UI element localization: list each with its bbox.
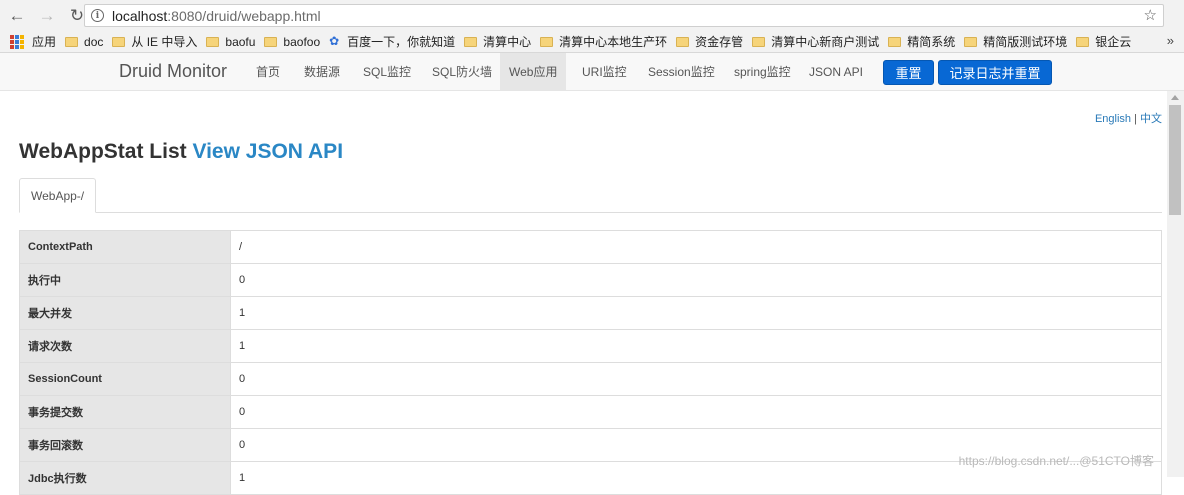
bookmark-item[interactable]: 应用 bbox=[0, 33, 56, 50]
forward-arrow-icon[interactable]: → bbox=[34, 3, 60, 29]
nav-item[interactable]: Web应用 bbox=[500, 53, 567, 90]
bookmark-label: 银企云 bbox=[1095, 35, 1132, 49]
table-row: 执行中 0 bbox=[19, 263, 1162, 297]
bookmark-item[interactable]: 精简版测试环境 bbox=[964, 33, 1067, 50]
bookmark-label: 清算中心 bbox=[483, 35, 532, 49]
table-row: 最大并发 1 bbox=[19, 296, 1162, 330]
nav-item[interactable]: Session监控 bbox=[639, 53, 724, 90]
stat-key: 请求次数 bbox=[19, 329, 231, 363]
nav-item[interactable]: SQL防火墙 bbox=[423, 53, 501, 90]
bookmark-label: doc bbox=[84, 34, 104, 49]
vertical-scrollbar[interactable] bbox=[1167, 91, 1184, 477]
folder-icon bbox=[964, 36, 978, 47]
webapp-tabs: WebApp-/ bbox=[19, 178, 1162, 213]
folder-icon bbox=[540, 36, 554, 47]
bookmark-item[interactable]: 清算中心本地生产环 bbox=[540, 33, 667, 50]
page-title: WebAppStat List View JSON API bbox=[19, 140, 343, 164]
bookmark-item[interactable]: 清算中心 bbox=[464, 33, 531, 50]
reset-button[interactable]: 重置 bbox=[883, 60, 934, 85]
scroll-up-arrow-icon[interactable] bbox=[1171, 95, 1179, 100]
browser-toolbar: ← → ↻ i localhost:8080/druid/webapp.html… bbox=[0, 0, 1184, 31]
bookmark-item[interactable]: baofoo bbox=[264, 35, 320, 49]
folder-icon bbox=[752, 36, 766, 47]
url-path: :8080/druid/webapp.html bbox=[167, 7, 321, 24]
folder-icon bbox=[888, 36, 902, 47]
stat-key: 执行中 bbox=[19, 263, 231, 297]
folder-icon bbox=[676, 36, 690, 47]
stat-key: SessionCount bbox=[19, 362, 231, 396]
info-icon[interactable]: i bbox=[91, 9, 104, 22]
back-arrow-icon[interactable]: ← bbox=[4, 3, 30, 29]
stat-value: 0 bbox=[230, 362, 1162, 396]
bookmark-item[interactable]: ✿ 百度一下，你就知道 bbox=[329, 33, 455, 50]
folder-icon bbox=[206, 36, 220, 47]
bookmark-item[interactable]: 清算中心新商户测试 bbox=[752, 33, 879, 50]
log-and-reset-button[interactable]: 记录日志并重置 bbox=[938, 60, 1052, 85]
nav-item[interactable]: 数据源 bbox=[295, 53, 349, 90]
app-navbar: Druid Monitor 重置 记录日志并重置 首页 数据源 SQL监控 SQL防火… bbox=[0, 53, 1184, 91]
lang-separator: | bbox=[1131, 113, 1140, 125]
bookmark-label: baofu bbox=[225, 34, 256, 49]
bookmark-label: 清算中心新商户测试 bbox=[771, 35, 880, 49]
bookmark-item[interactable]: 银企云 bbox=[1076, 33, 1131, 50]
nav-item[interactable]: JSON API bbox=[800, 53, 872, 90]
stat-key: 事务回滚数 bbox=[19, 428, 231, 462]
folder-icon bbox=[112, 36, 126, 47]
table-row: 请求次数 1 bbox=[19, 329, 1162, 363]
bookmark-label: 百度一下，你就知道 bbox=[347, 35, 456, 49]
table-row: 事务提交数 0 bbox=[19, 395, 1162, 429]
stat-value: 0 bbox=[230, 263, 1162, 297]
brand-title[interactable]: Druid Monitor bbox=[119, 61, 227, 82]
bookmark-label: 精简系统 bbox=[907, 35, 956, 49]
language-switch: English | 中文 bbox=[1095, 110, 1162, 126]
nav-item[interactable]: URI监控 bbox=[573, 53, 636, 90]
page-title-text: WebAppStat List bbox=[19, 140, 187, 163]
bookmark-item[interactable]: baofu bbox=[206, 35, 255, 49]
bookmark-label: 资金存管 bbox=[695, 35, 744, 49]
stat-value: 1 bbox=[230, 329, 1162, 363]
nav-item[interactable]: SQL监控 bbox=[354, 53, 420, 90]
watermark: https://blog.csdn.net/...@51CTO博客 bbox=[958, 454, 1154, 468]
bookmarks-more-icon[interactable]: » bbox=[1167, 33, 1174, 48]
nav-item[interactable]: 首页 bbox=[247, 53, 289, 90]
table-row: SessionCount 0 bbox=[19, 362, 1162, 396]
stat-value: / bbox=[230, 230, 1162, 264]
lang-english-link[interactable]: English bbox=[1095, 113, 1131, 125]
bookmark-star-icon[interactable]: ☆ bbox=[1144, 6, 1157, 24]
table-row: ContextPath / bbox=[19, 230, 1162, 264]
bookmark-label: 清算中心本地生产环 bbox=[559, 35, 668, 49]
bookmark-item[interactable]: 从 IE 中导入 bbox=[112, 33, 197, 50]
paw-icon: ✿ bbox=[329, 34, 340, 48]
folder-icon bbox=[65, 36, 79, 47]
bookmark-label: 精简版测试环境 bbox=[983, 35, 1068, 49]
url-text[interactable]: localhost:8080/druid/webapp.html bbox=[112, 8, 321, 24]
bookmark-label: 从 IE 中导入 bbox=[131, 35, 198, 49]
folder-icon bbox=[264, 36, 278, 47]
nav-item[interactable]: spring监控 bbox=[725, 53, 800, 90]
stat-key: ContextPath bbox=[19, 230, 231, 264]
bookmarks-bar: 应用 doc 从 IE 中导入 baofu baofoo ✿ 百度一下，你就知道 清算中心 清算… bbox=[0, 31, 1184, 53]
bookmark-item[interactable]: doc bbox=[65, 35, 103, 49]
bookmark-label: baofoo bbox=[283, 34, 321, 49]
view-json-api-link[interactable]: View JSON API bbox=[192, 140, 343, 163]
tab-webapp-root[interactable]: WebApp-/ bbox=[19, 178, 97, 213]
stat-value: 1 bbox=[230, 296, 1162, 330]
bookmark-item[interactable]: 精简系统 bbox=[888, 33, 955, 50]
bookmark-label: 应用 bbox=[32, 35, 57, 49]
folder-icon bbox=[1076, 36, 1090, 47]
scroll-thumb[interactable] bbox=[1169, 105, 1181, 215]
address-bar[interactable]: i localhost:8080/druid/webapp.html ☆ bbox=[84, 4, 1164, 27]
url-host: localhost bbox=[112, 7, 168, 24]
stat-key: Jdbc执行数 bbox=[19, 461, 231, 495]
folder-icon bbox=[464, 36, 478, 47]
bookmark-item[interactable]: 资金存管 bbox=[676, 33, 743, 50]
stat-key: 事务提交数 bbox=[19, 395, 231, 429]
apps-icon bbox=[10, 34, 24, 49]
lang-chinese-link[interactable]: 中文 bbox=[1140, 113, 1162, 125]
stat-value: 0 bbox=[230, 395, 1162, 429]
stat-key: 最大并发 bbox=[19, 296, 231, 330]
